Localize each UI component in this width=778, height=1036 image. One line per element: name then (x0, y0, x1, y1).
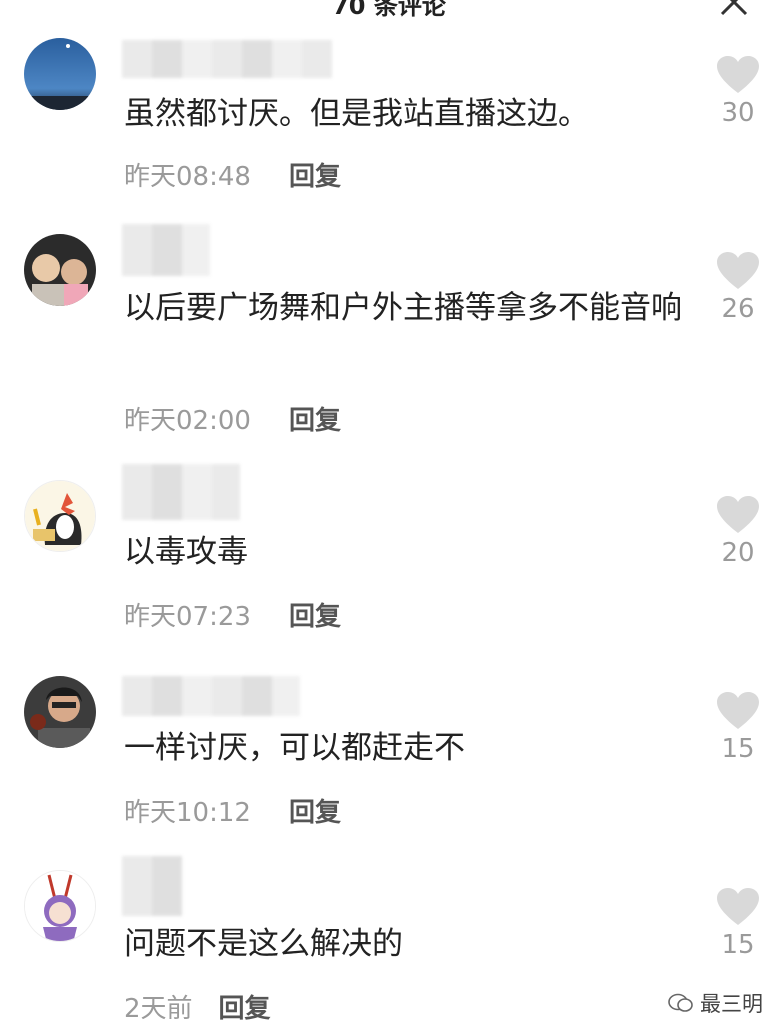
reply-button[interactable]: 回复 (219, 988, 271, 1025)
comment-meta: 2天前 回复 (124, 988, 271, 1025)
like-button[interactable]: 20 (712, 496, 764, 568)
heart-icon (717, 888, 759, 925)
like-button[interactable]: 15 (712, 888, 764, 960)
username-redacted (122, 676, 300, 716)
heart-icon (717, 252, 759, 289)
avatar[interactable] (24, 234, 96, 306)
heart-icon (717, 692, 759, 729)
comment-time: 昨天07:23 (124, 602, 251, 632)
reply-button[interactable]: 回复 (289, 400, 341, 437)
like-count: 15 (721, 734, 755, 764)
comment-time: 2天前 (124, 994, 193, 1024)
like-button[interactable]: 30 (712, 56, 764, 128)
comment-text: 虽然都讨厌。但是我站直播这边。 (124, 96, 589, 132)
close-button[interactable] (716, 0, 752, 20)
like-button[interactable]: 26 (712, 252, 764, 324)
comment-time: 昨天02:00 (124, 406, 251, 436)
comment-text: 一样讨厌，可以都赶走不 (124, 730, 465, 766)
username-redacted (122, 856, 182, 916)
username-redacted (122, 224, 210, 276)
comment-meta: 昨天10:12 回复 (124, 792, 341, 829)
avatar[interactable] (24, 676, 96, 748)
like-count: 30 (721, 98, 755, 128)
like-button[interactable]: 15 (712, 692, 764, 764)
username-redacted (122, 40, 332, 78)
like-count: 26 (721, 294, 755, 324)
comment-meta: 昨天08:48 回复 (124, 156, 341, 193)
watermark-text: 最三明 (700, 992, 763, 1016)
close-icon (720, 0, 748, 16)
comment-text: 以后要广场舞和户外主播等拿多不能音响 (124, 290, 682, 326)
comment-time: 昨天10:12 (124, 798, 251, 828)
reply-button[interactable]: 回复 (289, 156, 341, 193)
comment-text: 以毒攻毒 (124, 534, 248, 570)
wechat-icon (668, 993, 693, 1012)
reply-button[interactable]: 回复 (289, 792, 341, 829)
comment-time: 昨天08:48 (124, 162, 251, 192)
comment-meta: 昨天07:23 回复 (124, 596, 341, 633)
avatar[interactable] (24, 38, 96, 110)
like-count: 15 (721, 930, 755, 960)
username-redacted (122, 464, 240, 520)
avatar[interactable] (24, 870, 96, 942)
comment-text: 问题不是这么解决的 (124, 926, 403, 962)
comment-meta: 昨天02:00 回复 (124, 400, 341, 437)
heart-icon (717, 56, 759, 93)
watermark: 最三明 (668, 988, 763, 1018)
reply-button[interactable]: 回复 (289, 596, 341, 633)
like-count: 20 (721, 538, 755, 568)
avatar[interactable] (24, 480, 96, 552)
heart-icon (717, 496, 759, 533)
comment-count-title: 70 条评论 (332, 0, 446, 20)
